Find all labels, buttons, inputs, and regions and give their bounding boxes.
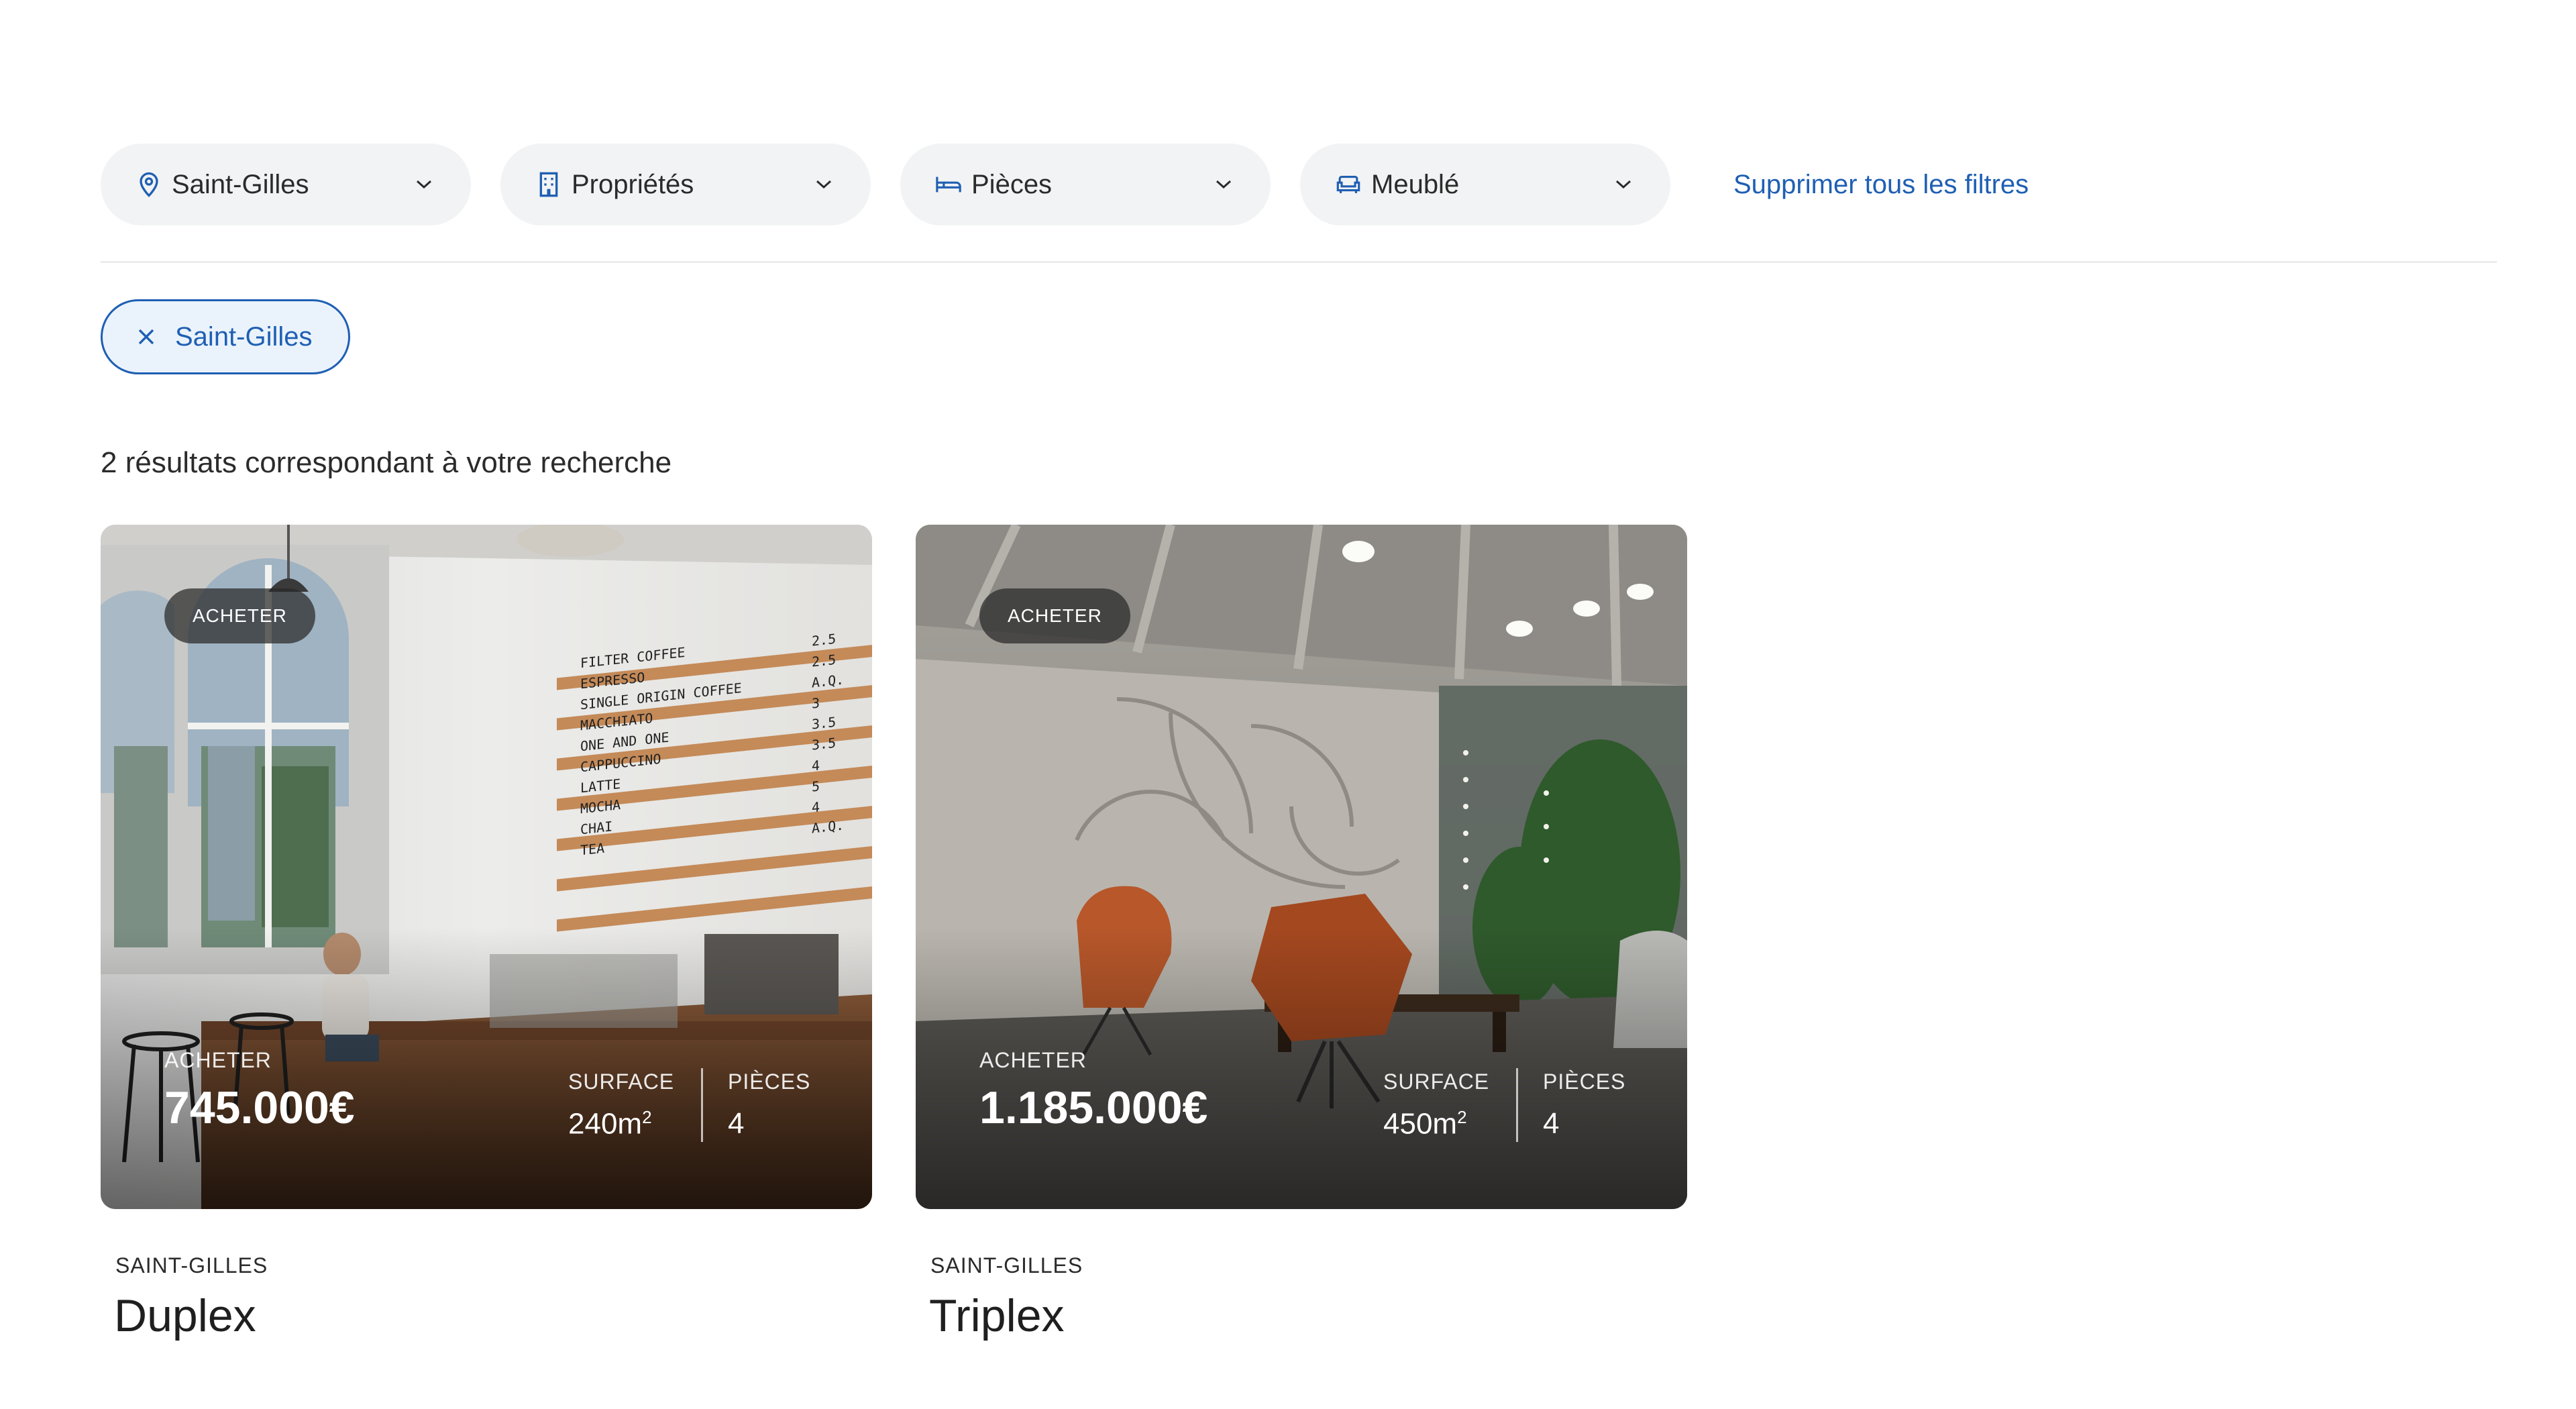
price-label: ACHETER xyxy=(164,1048,272,1072)
location-filter-label: Saint-Gilles xyxy=(172,169,309,199)
rooms-label: PIÈCES xyxy=(728,1069,811,1094)
location-pin-icon xyxy=(136,171,162,198)
listing-card[interactable]: FILTER COFFEE 2.5 ESPRESSO 2.5 SINGLE ORIGIN… xyxy=(101,525,872,1341)
menu-board-item: TEA xyxy=(580,840,604,859)
listing-badge: ACHETER xyxy=(164,588,315,643)
listing-card[interactable]: ACHETER ACHETER 1.185.000€ SURFACE 450m2… xyxy=(916,525,1687,1341)
bed-icon xyxy=(935,171,962,198)
filter-bar: Saint-Gilles Propriétés Pièces Meublé Su… xyxy=(101,144,2029,225)
menu-board-price: A.Q. xyxy=(812,817,844,837)
surface-value: 240m2 xyxy=(568,1107,652,1141)
property-type-filter-label: Propriétés xyxy=(572,169,694,199)
listing-price: 1.185.000€ xyxy=(979,1082,1208,1133)
listing-image[interactable]: ACHETER ACHETER 1.185.000€ SURFACE 450m2… xyxy=(916,525,1687,1209)
stat-separator xyxy=(1516,1068,1518,1142)
filter-divider xyxy=(101,261,2497,263)
chevron-down-icon xyxy=(412,172,436,197)
chevron-down-icon xyxy=(812,172,836,197)
listing-image[interactable]: FILTER COFFEE 2.5 ESPRESSO 2.5 SINGLE ORIGIN… xyxy=(101,525,872,1209)
furnished-filter-label: Meublé xyxy=(1371,169,1460,199)
property-type-filter-dropdown[interactable]: Propriétés xyxy=(500,144,871,225)
menu-board-price: 2.5 xyxy=(812,651,836,670)
menu-board-price: A.Q. xyxy=(812,672,844,691)
menu-board-price: 5 xyxy=(812,778,820,794)
listing-title[interactable]: Duplex xyxy=(114,1290,256,1342)
rooms-value: 4 xyxy=(728,1107,745,1140)
menu-board-price: 3.5 xyxy=(812,714,836,733)
rooms-filter-dropdown[interactable]: Pièces xyxy=(900,144,1271,225)
furnished-filter-dropdown[interactable]: Meublé xyxy=(1300,144,1670,225)
listing-badge: ACHETER xyxy=(979,588,1130,643)
sofa-icon xyxy=(1335,171,1362,198)
rooms-filter-label: Pièces xyxy=(971,169,1053,199)
surface-value: 450m2 xyxy=(1383,1107,1467,1141)
rooms-label: PIÈCES xyxy=(1543,1069,1626,1094)
surface-label: SURFACE xyxy=(1383,1069,1490,1094)
price-label: ACHETER xyxy=(979,1048,1087,1072)
clear-all-filters-link[interactable]: Supprimer tous les filtres xyxy=(1733,170,2029,200)
listing-location: SAINT-GILLES xyxy=(930,1253,1083,1277)
stat-separator xyxy=(701,1068,703,1142)
chevron-down-icon xyxy=(1611,172,1635,197)
chevron-down-icon xyxy=(1212,172,1236,197)
menu-board-price: 4 xyxy=(812,798,820,815)
listing-location: SAINT-GILLES xyxy=(115,1253,268,1277)
menu-board-price: 3 xyxy=(812,694,820,711)
menu-board-item: CHAI xyxy=(580,818,612,837)
building-icon xyxy=(535,171,562,198)
menu-board-price: 3.5 xyxy=(812,735,836,753)
listing-price: 745.000€ xyxy=(164,1082,355,1133)
menu-board-price: 4 xyxy=(812,757,820,774)
listing-title[interactable]: Triplex xyxy=(929,1290,1065,1342)
close-icon[interactable] xyxy=(135,325,158,348)
active-filter-chip[interactable]: Saint-Gilles xyxy=(101,299,350,374)
rooms-value: 4 xyxy=(1543,1107,1560,1140)
surface-label: SURFACE xyxy=(568,1069,675,1094)
menu-board-price: 2.5 xyxy=(812,631,836,649)
active-filter-label: Saint-Gilles xyxy=(175,321,313,352)
location-filter-dropdown[interactable]: Saint-Gilles xyxy=(101,144,471,225)
results-count: 2 résultats correspondant à votre recher… xyxy=(101,446,672,479)
